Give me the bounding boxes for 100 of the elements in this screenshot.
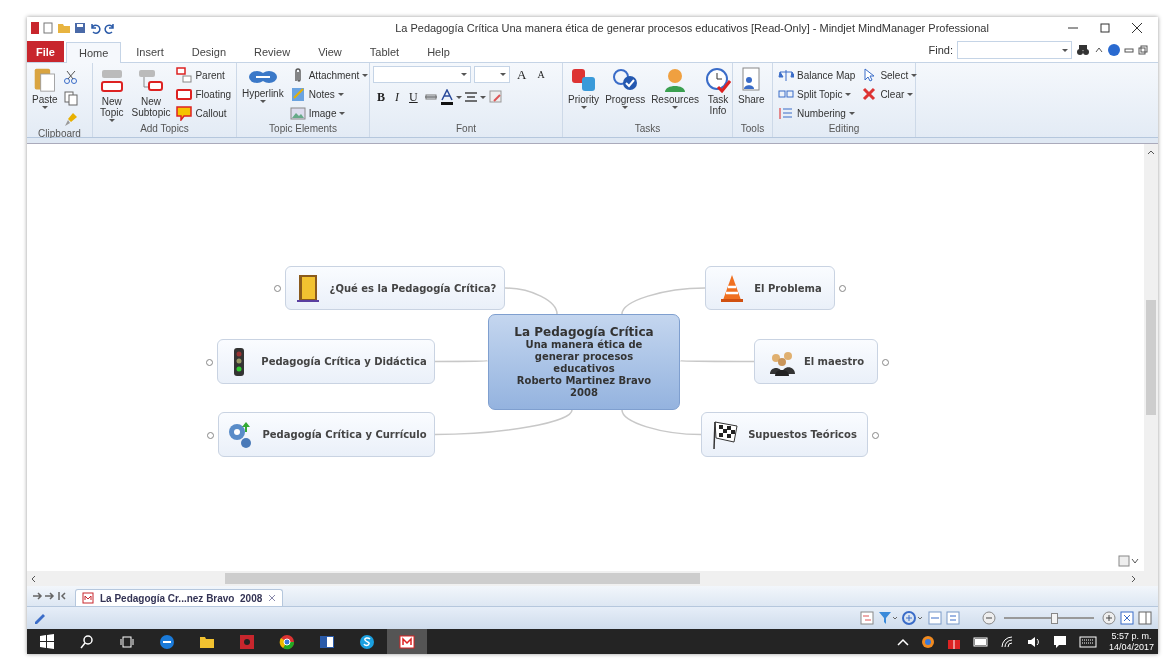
ribbon-button[interactable]: Callout xyxy=(174,104,233,122)
ribbon-tab[interactable]: View xyxy=(305,41,355,62)
ribbon-tab[interactable]: Insert xyxy=(123,41,177,62)
ribbon-button[interactable]: Hyperlink xyxy=(240,66,286,123)
ribbon-button[interactable]: Notes xyxy=(287,85,371,103)
cut-button[interactable] xyxy=(61,68,80,86)
undo-icon[interactable] xyxy=(89,22,101,34)
maximize-icon[interactable] xyxy=(1100,23,1110,33)
scroll-left-icon[interactable] xyxy=(29,574,37,583)
ribbon-button[interactable]: Split Topic xyxy=(776,85,858,103)
chevron-up-icon[interactable] xyxy=(896,637,909,646)
bold-button[interactable]: B xyxy=(373,89,389,105)
close-icon[interactable] xyxy=(1132,23,1142,33)
minimize-icon[interactable] xyxy=(1124,45,1134,55)
checkered-flag-icon xyxy=(712,419,741,450)
central-topic[interactable]: La Pedagogía Crítica Una manera ética de generar procesos educativos Roberto Martinez Bravo 2008 xyxy=(488,314,680,410)
ribbon-button[interactable]: Task Info xyxy=(702,66,733,123)
horizontal-scrollbar-thumb[interactable] xyxy=(225,573,700,584)
fit-map-icon[interactable] xyxy=(1120,611,1134,625)
topic-label: ¿Qué es la Pedagogía Crítica? xyxy=(329,282,497,294)
zoom-out-icon[interactable] xyxy=(982,611,996,625)
clipboard-icon xyxy=(32,67,57,93)
font-color-icon[interactable] xyxy=(439,89,454,105)
focus-icon[interactable] xyxy=(902,611,924,625)
save-icon[interactable] xyxy=(74,22,86,34)
ribbon-group-label: Tools xyxy=(739,123,766,136)
ribbon-tab[interactable]: Review xyxy=(241,41,304,62)
ribbon-button[interactable]: Balance Map xyxy=(776,66,858,84)
expand-marker[interactable] xyxy=(207,431,214,439)
document-tab[interactable]: La Pedagogía Cr...nez Bravo 2008 xyxy=(75,589,284,606)
speaker-icon[interactable] xyxy=(1026,635,1041,648)
new-document-icon[interactable] xyxy=(42,22,54,34)
find-field[interactable] xyxy=(957,41,1072,59)
keyboard-icon[interactable] xyxy=(1078,635,1097,648)
restore-icon[interactable] xyxy=(1138,45,1148,55)
copy-button[interactable] xyxy=(61,89,80,107)
font-size-field[interactable] xyxy=(474,66,510,83)
ribbon-button[interactable]: Attachment xyxy=(287,66,371,84)
ribbon-button[interactable]: Priority xyxy=(566,66,602,123)
grow-font-button[interactable]: A xyxy=(513,66,531,83)
redo-icon[interactable] xyxy=(104,22,116,34)
ribbon-button[interactable]: Share xyxy=(736,66,767,123)
scroll-up-icon[interactable] xyxy=(1147,148,1155,156)
binoculars-icon[interactable] xyxy=(1076,44,1090,56)
taskbar-app[interactable] xyxy=(387,629,427,654)
filter-icon[interactable] xyxy=(878,611,898,625)
ribbon-button[interactable]: Numbering xyxy=(776,104,858,122)
zoom-slider-thumb[interactable] xyxy=(1050,612,1058,624)
ribbon-tab[interactable]: Tablet xyxy=(356,41,413,62)
callout-icon xyxy=(176,105,193,121)
pen-icon[interactable] xyxy=(33,612,47,624)
ribbon-button[interactable]: New Subtopic xyxy=(129,66,173,123)
map-view-icon[interactable] xyxy=(860,611,874,625)
topic-node[interactable]: Pedagogía Crítica y Currículo xyxy=(218,412,435,457)
expand-marker[interactable] xyxy=(839,285,846,292)
underline-button[interactable]: U xyxy=(405,89,422,105)
ribbon-tab[interactable]: Home xyxy=(65,42,122,63)
ribbon-button[interactable]: Progress xyxy=(603,66,648,123)
ribbon-group-label: Add Topics xyxy=(139,123,190,136)
align-icon[interactable] xyxy=(463,91,478,103)
connector-line xyxy=(504,287,558,315)
ribbon-tab[interactable]: Help xyxy=(414,41,463,62)
tray-app-icon[interactable] xyxy=(920,634,935,649)
balance-icon xyxy=(778,67,794,83)
topic-node[interactable]: El Problema xyxy=(705,266,835,310)
italic-button[interactable]: I xyxy=(391,89,403,105)
topic-node[interactable]: ¿Qué es la Pedagogía Crítica? xyxy=(285,266,505,310)
collapse-ribbon-icon[interactable] xyxy=(1094,45,1104,55)
notification-icon[interactable] xyxy=(1052,634,1067,649)
wifi-icon[interactable] xyxy=(1000,635,1015,648)
expand-marker[interactable] xyxy=(274,285,281,292)
topic-node[interactable]: Supuestos Teóricos xyxy=(701,412,868,457)
ribbon-button[interactable]: Parent xyxy=(174,66,233,84)
zoom-in-icon[interactable] xyxy=(1102,611,1116,625)
battery-icon[interactable] xyxy=(972,636,989,647)
topic-node[interactable]: Pedagogía Crítica y Didáctica xyxy=(217,339,435,384)
shrink-font-button[interactable]: A xyxy=(533,69,549,80)
tab-navigation-icon[interactable] xyxy=(31,590,69,602)
topic-node[interactable]: El maestro xyxy=(754,339,878,384)
font-name-field[interactable] xyxy=(373,66,471,83)
scroll-right-icon[interactable] xyxy=(1130,574,1138,583)
help-icon[interactable] xyxy=(1108,44,1120,56)
ribbon-button[interactable]: Paste xyxy=(30,66,60,128)
vertical-scrollbar-thumb[interactable] xyxy=(1146,300,1156,415)
ribbon-button[interactable]: Clear xyxy=(859,85,920,103)
ribbon-button[interactable]: Resources xyxy=(649,66,701,123)
panel-icon[interactable] xyxy=(1138,611,1152,625)
expand-marker[interactable] xyxy=(872,431,879,439)
ribbon-tab[interactable]: Design xyxy=(178,41,240,62)
expand-marker[interactable] xyxy=(882,358,889,366)
ribbon-button[interactable]: Floating xyxy=(174,85,233,103)
ribbon-button[interactable]: New Topic xyxy=(96,66,128,123)
ribbon-tab[interactable]: File xyxy=(27,41,64,62)
ribbon-button[interactable]: Image xyxy=(287,104,371,122)
map-overview-icon[interactable] xyxy=(1118,555,1140,567)
ribbon-button[interactable]: Select xyxy=(859,66,920,84)
format-icon[interactable] xyxy=(487,89,504,105)
expand-marker[interactable] xyxy=(206,358,213,366)
copy-icon xyxy=(62,90,79,106)
ribbon-group-label: Editing xyxy=(827,123,861,136)
